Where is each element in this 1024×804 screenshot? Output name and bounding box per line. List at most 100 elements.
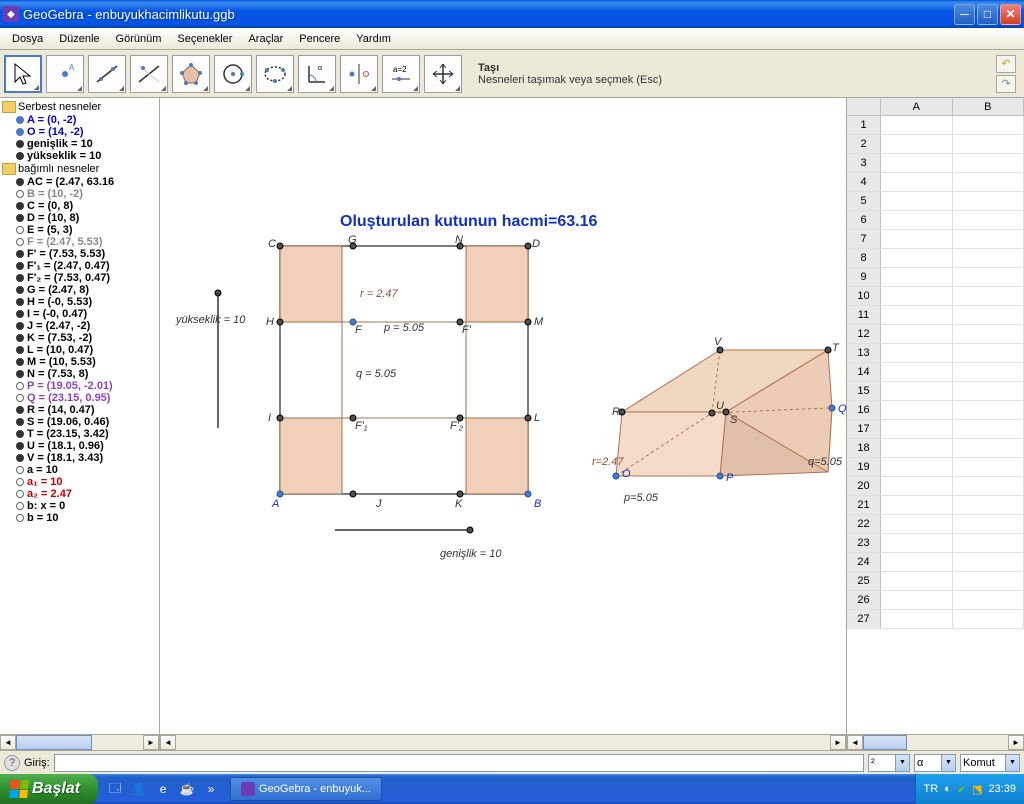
- cell[interactable]: [953, 610, 1024, 628]
- cell[interactable]: [953, 211, 1024, 229]
- algebra-item[interactable]: A = (0, -2): [2, 114, 157, 126]
- ql-ie[interactable]: e: [152, 778, 174, 800]
- symbol-combo[interactable]: α▼: [914, 754, 956, 772]
- drawing-canvas[interactable]: Oluşturulan kutunun hacmi=63.16: [160, 98, 846, 734]
- cell[interactable]: [881, 325, 953, 343]
- point-I[interactable]: [277, 415, 284, 422]
- menu-gorunum[interactable]: Görünüm: [108, 31, 170, 47]
- visibility-bullet[interactable]: [16, 178, 24, 186]
- point-Q[interactable]: [829, 405, 836, 412]
- cell[interactable]: [953, 534, 1024, 552]
- visibility-bullet[interactable]: [16, 190, 24, 198]
- menu-dosya[interactable]: Dosya: [4, 31, 51, 47]
- col-header-A[interactable]: A: [881, 98, 953, 115]
- point-D[interactable]: [525, 243, 532, 250]
- visibility-bullet[interactable]: [16, 334, 24, 342]
- algebra-item[interactable]: P = (19.05, -2.01): [2, 380, 157, 392]
- cell[interactable]: [953, 572, 1024, 590]
- minimize-button[interactable]: ─: [954, 4, 975, 25]
- spreadsheet-scrollbar-h[interactable]: ◄►: [847, 734, 1024, 750]
- cell[interactable]: [881, 591, 953, 609]
- visibility-bullet[interactable]: [16, 382, 24, 390]
- visibility-bullet[interactable]: [16, 430, 24, 438]
- tool-slider[interactable]: a=2: [382, 55, 420, 93]
- drawing-panel[interactable]: Oluşturulan kutunun hacmi=63.16: [160, 98, 846, 750]
- tool-point[interactable]: A: [46, 55, 84, 93]
- visibility-bullet[interactable]: [16, 152, 24, 160]
- tray-icon-1[interactable]: ◐: [944, 783, 951, 795]
- cell[interactable]: [953, 173, 1024, 191]
- point-U[interactable]: [709, 410, 716, 417]
- cell[interactable]: [953, 382, 1024, 400]
- menu-secenekler[interactable]: Seçenekler: [169, 31, 240, 47]
- algebra-tree[interactable]: Serbest nesneler A = (0, -2)O = (14, -2)…: [0, 98, 159, 734]
- cell[interactable]: [953, 496, 1024, 514]
- cell[interactable]: [953, 116, 1024, 134]
- cell[interactable]: [881, 287, 953, 305]
- algebra-item[interactable]: AC = (2.47, 63.16: [2, 176, 157, 188]
- cell[interactable]: [881, 553, 953, 571]
- start-button[interactable]: Başlat: [0, 774, 98, 804]
- point-S[interactable]: [723, 409, 730, 416]
- algebra-item[interactable]: M = (10, 5.53): [2, 356, 157, 368]
- algebra-item[interactable]: D = (10, 8): [2, 212, 157, 224]
- visibility-bullet[interactable]: [16, 442, 24, 450]
- cell[interactable]: [881, 458, 953, 476]
- visibility-bullet[interactable]: [16, 116, 24, 124]
- algebra-item[interactable]: H = (-0, 5.53): [2, 296, 157, 308]
- tool-reflect[interactable]: [340, 55, 378, 93]
- redo-button[interactable]: ↷: [996, 75, 1016, 93]
- algebra-item[interactable]: a = 10: [2, 464, 157, 476]
- tool-move-view[interactable]: [424, 55, 462, 93]
- visibility-bullet[interactable]: [16, 394, 24, 402]
- cell[interactable]: [881, 382, 953, 400]
- cell[interactable]: [881, 515, 953, 533]
- ql-more[interactable]: »: [200, 778, 222, 800]
- visibility-bullet[interactable]: [16, 298, 24, 306]
- ql-msn[interactable]: 👤: [128, 778, 150, 800]
- algebra-item[interactable]: F' = (7.53, 5.53): [2, 248, 157, 260]
- algebra-item[interactable]: F = (2.47, 5.53): [2, 236, 157, 248]
- cell[interactable]: [953, 287, 1024, 305]
- visibility-bullet[interactable]: [16, 418, 24, 426]
- tray-icon-2[interactable]: ✔: [957, 783, 966, 796]
- menu-pencere[interactable]: Pencere: [291, 31, 348, 47]
- cell[interactable]: [881, 268, 953, 286]
- dep-objects-folder[interactable]: bağımlı nesneler: [2, 162, 157, 176]
- cell[interactable]: [953, 230, 1024, 248]
- cell[interactable]: [881, 116, 953, 134]
- algebra-item[interactable]: a₂ = 2.47: [2, 488, 157, 500]
- algebra-item[interactable]: R = (14, 0.47): [2, 404, 157, 416]
- point-K[interactable]: [457, 491, 464, 498]
- ql-show-desktop[interactable]: 🗔: [104, 778, 126, 800]
- algebra-item[interactable]: a₁ = 10: [2, 476, 157, 488]
- cell[interactable]: [881, 135, 953, 153]
- algebra-item[interactable]: U = (18.1, 0.96): [2, 440, 157, 452]
- cell[interactable]: [881, 306, 953, 324]
- algebra-item[interactable]: V = (18.1, 3.43): [2, 452, 157, 464]
- cell[interactable]: [953, 154, 1024, 172]
- tray-lang[interactable]: TR: [924, 783, 939, 795]
- point-J[interactable]: [350, 491, 357, 498]
- visibility-bullet[interactable]: [16, 202, 24, 210]
- tool-segment[interactable]: [130, 55, 168, 93]
- cell[interactable]: [881, 363, 953, 381]
- point-T[interactable]: [825, 347, 832, 354]
- point-L[interactable]: [525, 415, 532, 422]
- cell[interactable]: [953, 439, 1024, 457]
- command-input[interactable]: [54, 754, 864, 772]
- scroll-right-button[interactable]: ►: [143, 735, 159, 750]
- algebra-item[interactable]: yükseklik = 10: [2, 150, 157, 162]
- slider-genislik-handle[interactable]: [467, 527, 474, 534]
- algebra-item[interactable]: L = (10, 0.47): [2, 344, 157, 356]
- algebra-item[interactable]: J = (2.47, -2): [2, 320, 157, 332]
- visibility-bullet[interactable]: [16, 238, 24, 246]
- algebra-item[interactable]: K = (7.53, -2): [2, 332, 157, 344]
- algebra-item[interactable]: G = (2.47, 8): [2, 284, 157, 296]
- visibility-bullet[interactable]: [16, 128, 24, 136]
- cell[interactable]: [881, 401, 953, 419]
- cell[interactable]: [881, 420, 953, 438]
- cell[interactable]: [953, 306, 1024, 324]
- menu-yardim[interactable]: Yardım: [348, 31, 399, 47]
- visibility-bullet[interactable]: [16, 454, 24, 462]
